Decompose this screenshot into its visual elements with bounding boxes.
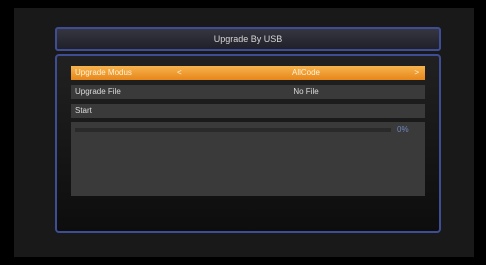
upgrade-modus-row[interactable]: Upgrade Modus < AllCode > (71, 66, 425, 80)
start-row[interactable]: Start (71, 104, 425, 118)
progress-area: 0% (71, 122, 425, 196)
chevron-left-icon[interactable]: < (177, 66, 182, 80)
progress-percent: 0% (397, 125, 409, 134)
upgrade-modus-label: Upgrade Modus (75, 68, 132, 77)
upgrade-panel: Upgrade Modus < AllCode > Upgrade File N… (55, 54, 441, 233)
upgrade-file-row[interactable]: Upgrade File No File (71, 85, 425, 99)
upgrade-file-label: Upgrade File (75, 87, 121, 96)
upgrade-file-value: No File (293, 87, 319, 96)
chevron-right-icon[interactable]: > (414, 66, 419, 80)
start-label: Start (75, 106, 92, 115)
upgrade-modus-value: AllCode (291, 68, 320, 77)
dialog-title: Upgrade By USB (55, 27, 441, 51)
progress-bar (75, 128, 391, 132)
